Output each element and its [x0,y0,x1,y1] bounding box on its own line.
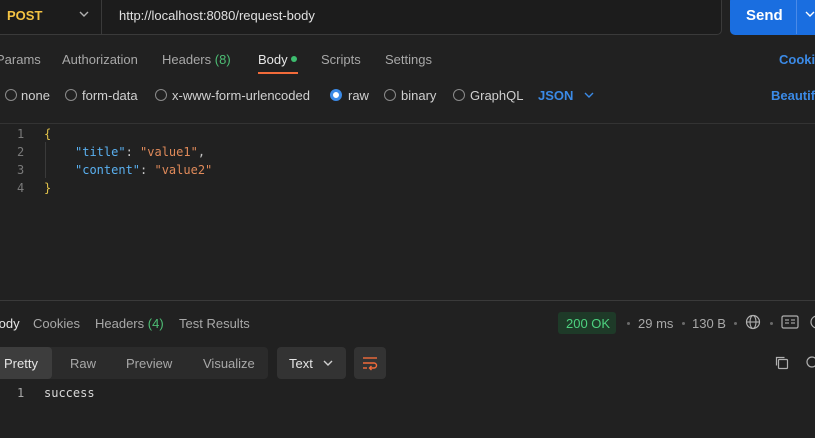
headers-count: (8) [214,52,231,67]
cookies-link[interactable]: Cookies [779,52,815,67]
chevron-down-icon[interactable] [804,8,815,23]
copy-icon[interactable] [774,355,790,374]
separator-dot [627,322,630,325]
more-options-icon[interactable] [809,314,815,333]
line-number: 3 [17,163,25,177]
tab-settings[interactable]: Settings [385,52,432,67]
line-number: 1 [17,386,25,400]
divider [0,300,815,301]
json-value: "value1" [140,145,198,159]
response-headers-count: (4) [147,316,164,331]
response-tab-headers-label: Headers [95,316,145,331]
chevron-down-icon[interactable] [322,357,334,372]
beautify-button[interactable]: Beautify [771,88,815,103]
tab-scripts[interactable]: Scripts [321,52,361,67]
response-tab-test-results[interactable]: Test Results [179,316,250,331]
line-number: 2 [17,145,25,159]
response-tab-body[interactable]: Body [0,316,20,331]
radio-none[interactable] [5,89,17,101]
json-key: "content" [75,163,141,177]
status-badge-label: 200 OK [566,316,611,331]
response-time: 29 ms [638,316,674,331]
tab-headers[interactable]: Headers (8) [162,52,231,67]
separator-dot [734,322,737,325]
separator-dot [682,322,685,325]
radio-graphql-label[interactable]: GraphQL [470,88,523,103]
view-preview[interactable]: Preview [126,356,172,371]
line-number: 1 [17,127,25,141]
radio-none-label[interactable]: none [21,88,50,103]
tab-params[interactable]: Params [0,52,41,67]
json-value: "value2" [154,163,213,177]
separator-dot [770,322,773,325]
body-indicator-dot [291,56,297,62]
chevron-down-icon[interactable] [583,89,595,104]
tab-headers-label: Headers [162,52,212,67]
active-tab-underline [258,72,298,74]
radio-binary-label[interactable]: binary [401,88,436,103]
save-example-icon[interactable] [781,315,799,332]
tab-body[interactable]: Body [258,52,288,67]
json-colon: : [140,163,155,177]
tab-authorization[interactable]: Authorization [62,52,138,67]
code-open-brace[interactable]: { [44,127,51,141]
code-line-3[interactable]: "content": "value2" [75,163,212,177]
divider [101,0,102,34]
radio-graphql[interactable] [453,89,465,101]
radio-raw-label[interactable]: raw [348,88,369,103]
response-tab-cookies[interactable]: Cookies [33,316,80,331]
search-icon[interactable] [805,355,815,374]
format-select[interactable]: JSON [538,88,573,103]
wrap-lines-icon[interactable] [361,354,379,375]
view-visualize[interactable]: Visualize [203,356,255,371]
radio-binary[interactable] [384,89,396,101]
response-body-text[interactable]: success [44,386,95,400]
response-format-label[interactable]: Text [289,356,313,371]
view-raw[interactable]: Raw [70,356,96,371]
chevron-down-icon[interactable] [78,8,90,23]
json-key: "title" [75,145,126,159]
radio-urlencoded[interactable] [155,89,167,101]
response-tab-headers[interactable]: Headers (4) [95,316,164,331]
method-select[interactable]: POST [7,8,42,23]
view-pretty[interactable]: Pretty [4,356,38,371]
radio-form-data[interactable] [65,89,77,101]
json-colon: : [125,145,141,159]
send-button-label[interactable]: Send [746,7,783,24]
code-line-2[interactable]: "title": "value1", [75,145,205,159]
response-size: 130 B [692,316,726,331]
radio-raw[interactable] [330,89,342,101]
line-number: 4 [17,181,25,195]
globe-icon[interactable] [745,314,761,333]
code-close-brace[interactable]: } [44,181,51,195]
url-input[interactable]: http://localhost:8080/request-body [119,8,315,23]
indent-guide [45,142,46,178]
radio-urlencoded-label[interactable]: x-www-form-urlencoded [172,88,310,103]
json-comma: , [197,145,206,159]
divider [796,0,797,34]
divider [0,123,815,124]
radio-form-data-label[interactable]: form-data [82,88,138,103]
url-bar[interactable] [0,0,722,35]
